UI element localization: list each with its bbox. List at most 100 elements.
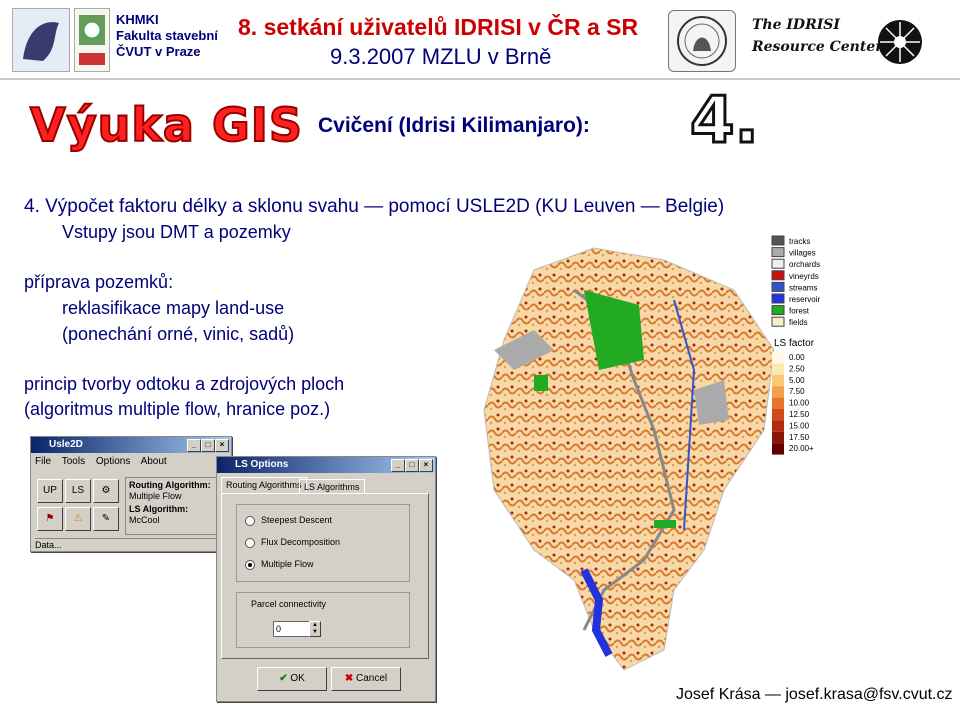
gear-icon: ⚙ [101,485,111,496]
prep-text: příprava pozemků: [24,272,174,292]
university-seal-logo [668,10,736,72]
tools-button[interactable]: ✎ [93,507,119,531]
ls-ramp-swatch [772,443,784,455]
legend-swatch [771,235,785,246]
spinner-arrows-icon[interactable]: ▲ ▼ [309,621,321,637]
menu-tools[interactable]: Tools [62,456,85,467]
legend-swatch [771,258,785,269]
maximize-button[interactable]: □ [405,459,419,472]
ls-ramp-label: 2.50 [789,364,805,373]
ls-ramp-swatch [772,397,784,409]
ls-factor-map-image: tracks villages orchards vineyrds streams res… [483,235,820,671]
ls-factor-map: tracks villages orchards vineyrds streams res… [474,230,852,680]
ls-button[interactable]: LS [65,479,91,503]
close-button[interactable]: × [215,439,229,452]
tab-routing-algorithms[interactable]: Routing Algorithms [221,477,307,492]
tu-zvolen-logo [854,8,946,72]
option-steepest-descent[interactable]: Steepest Descent [245,515,332,526]
menu-about[interactable]: About [141,456,167,467]
ls-ramp-label: 17.50 [789,433,810,442]
tab-ls-algorithms[interactable]: LS Algorithms [299,479,365,494]
course-title: Výuka GIS [29,97,303,153]
map-legend: tracks villages orchards vineyrds streams res… [771,235,820,455]
menu-options[interactable]: Options [96,456,130,467]
ls-ramp-swatch [772,352,784,364]
ls-factor-legend-title: LS factor [774,338,815,349]
ls-ramp-swatch [772,409,784,421]
principle-text: princip tvorby odtoku a zdrojových ploch [24,374,345,394]
reclass-text: reklasifikace mapy land-use [62,298,285,318]
principle-detail-text: (algoritmus multiple flow, hranice poz.) [24,399,331,419]
algorithm-info-panel: Routing Algorithm: Multiple Flow LS Algo… [125,477,227,535]
cancel-x-icon: ✖ [344,673,354,684]
legend-label: orchards [789,260,820,269]
legend-swatch [771,305,785,316]
option-multiple-flow[interactable]: Multiple Flow [245,559,314,570]
legend-label: tracks [789,237,810,246]
ls-options-titlebar: LS Options _ □ × [217,457,435,473]
minimize-button[interactable]: _ [187,439,201,452]
exercise-subtitle: Cvičení (Idrisi Kilimanjaro): [318,114,590,137]
ls-ramp-swatch [772,374,784,387]
legend-swatch [771,247,785,258]
cancel-button[interactable]: ✖ Cancel [331,667,401,691]
option-flux-decomposition[interactable]: Flux Decomposition [245,537,340,548]
legend-label: forest [789,307,810,316]
tab-panel: Steepest Descent Flux Decomposition Mult… [221,493,429,659]
cvut-lion-logo [12,8,70,72]
legend-label: villages [789,249,816,258]
ls-ramp-swatch [772,386,784,398]
routing-options-group: Steepest Descent Flux Decomposition Mult… [236,504,410,582]
up-button[interactable]: UP [37,479,63,503]
institution-line: KHMKI [116,12,159,27]
flag-button[interactable]: ⚑ [37,507,63,531]
warning-button[interactable]: ⚠ [65,507,91,531]
flag-icon: ⚑ [45,513,55,524]
legend-swatch [771,270,785,281]
institution-line: ČVUT v Praze [116,44,201,59]
keep-text: (ponechání orné, vinic, sadů) [62,324,295,344]
ls-ramp-swatch [772,420,784,432]
radio-icon [245,537,255,548]
radio-icon [245,515,255,526]
ls-ramp-label: 5.00 [789,376,805,385]
usle2d-window: Usle2D _ □ × File Tools Options About UP… [30,436,232,552]
faculty-crest-logo [74,8,110,72]
ok-button[interactable]: ✔ OK [257,667,327,691]
legend-swatch [771,316,785,327]
legend-label: fields [789,318,808,327]
close-button[interactable]: × [419,459,433,472]
legend-swatch [771,293,785,304]
task-heading: 4. Výpočet faktoru délky a sklonu svahu … [24,196,725,217]
checkmark-icon: ✔ [279,673,288,684]
status-bar: Data... [35,538,225,550]
ls-ramp-label: 20.00+ [789,444,814,453]
institution-line: Fakulta stavební [116,28,218,43]
maximize-button[interactable]: □ [201,439,215,452]
legend-label: reservoir [789,295,820,304]
legend-label: vineyrds [789,272,819,281]
radio-selected-icon [245,559,255,570]
ls-ramp-swatch [772,431,784,444]
ls-options-window: LS Options _ □ × Routing Algorithms LS A… [216,456,436,702]
run-button[interactable]: ⚙ [93,479,119,503]
inputs-text: Vstupy jsou DMT a pozemky [62,222,291,242]
slide-header: KHMKI Fakulta stavební ČVUT v Praze 8. s… [0,0,960,80]
ls-ramp-label: 15.00 [789,421,810,430]
ls-ramp-label: 10.00 [789,399,810,408]
meeting-title: 8. setkání uživatelů IDRISI v ČR a SR [238,14,639,40]
legend-label: streams [789,283,817,292]
ls-ramp-label: 7.50 [789,387,805,396]
menu-file[interactable]: File [35,456,51,467]
institution-name: KHMKI Fakulta stavební ČVUT v Praze [116,12,218,60]
wrench-icon: ✎ [101,513,111,524]
parcel-connectivity-group: Parcel connectivity 0 ▲ ▼ [236,592,410,648]
ls-ramp-label: 12.50 [789,410,810,419]
ls-ramp-label: 0.00 [789,353,805,362]
legend-swatch [771,281,785,292]
usle2d-menubar: File Tools Options About [31,453,231,470]
usle2d-titlebar: Usle2D _ □ × [31,437,231,453]
connectivity-input[interactable]: 0 [273,621,311,637]
minimize-button[interactable]: _ [391,459,405,472]
exercise-number: 4. [689,83,761,160]
